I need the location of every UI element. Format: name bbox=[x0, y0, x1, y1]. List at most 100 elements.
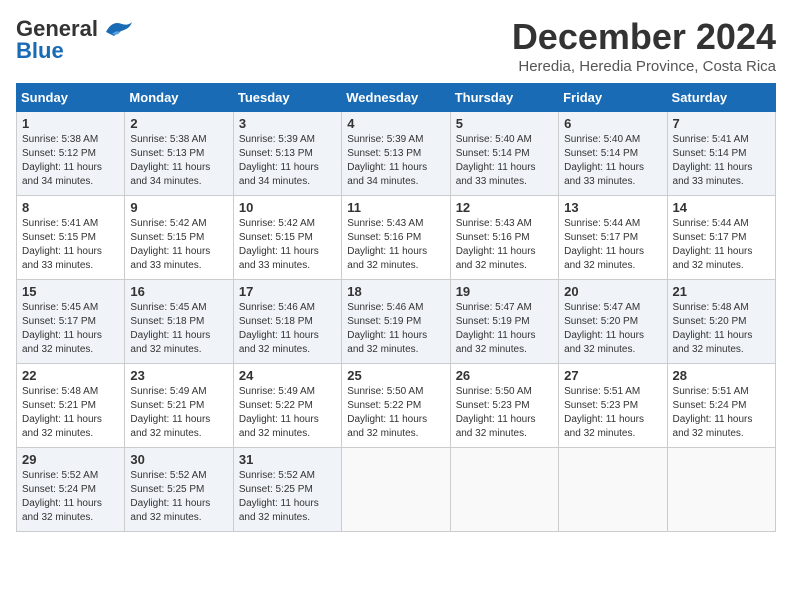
day-number: 4 bbox=[347, 116, 444, 131]
logo: General Blue bbox=[16, 16, 134, 64]
calendar-cell: 26 Sunrise: 5:50 AMSunset: 5:23 PMDaylig… bbox=[450, 364, 558, 448]
logo-bird-icon bbox=[102, 18, 134, 40]
day-header-tuesday: Tuesday bbox=[233, 84, 341, 112]
day-info: Sunrise: 5:41 AMSunset: 5:15 PMDaylight:… bbox=[22, 218, 102, 271]
calendar-week-row: 8 Sunrise: 5:41 AMSunset: 5:15 PMDayligh… bbox=[17, 196, 776, 280]
day-header-monday: Monday bbox=[125, 84, 233, 112]
day-number: 23 bbox=[130, 368, 227, 383]
day-info: Sunrise: 5:49 AMSunset: 5:21 PMDaylight:… bbox=[130, 386, 210, 439]
day-info: Sunrise: 5:45 AMSunset: 5:18 PMDaylight:… bbox=[130, 302, 210, 355]
calendar-cell: 3 Sunrise: 5:39 AMSunset: 5:13 PMDayligh… bbox=[233, 112, 341, 196]
day-number: 14 bbox=[673, 200, 770, 215]
calendar-header-row: SundayMondayTuesdayWednesdayThursdayFrid… bbox=[17, 84, 776, 112]
calendar-cell bbox=[342, 448, 450, 532]
day-info: Sunrise: 5:41 AMSunset: 5:14 PMDaylight:… bbox=[673, 134, 753, 187]
day-header-thursday: Thursday bbox=[450, 84, 558, 112]
day-info: Sunrise: 5:51 AMSunset: 5:23 PMDaylight:… bbox=[564, 386, 644, 439]
calendar-cell: 11 Sunrise: 5:43 AMSunset: 5:16 PMDaylig… bbox=[342, 196, 450, 280]
day-info: Sunrise: 5:46 AMSunset: 5:19 PMDaylight:… bbox=[347, 302, 427, 355]
day-info: Sunrise: 5:45 AMSunset: 5:17 PMDaylight:… bbox=[22, 302, 102, 355]
day-number: 31 bbox=[239, 452, 336, 467]
calendar-cell: 27 Sunrise: 5:51 AMSunset: 5:23 PMDaylig… bbox=[559, 364, 667, 448]
day-number: 6 bbox=[564, 116, 661, 131]
day-number: 19 bbox=[456, 284, 553, 299]
day-number: 18 bbox=[347, 284, 444, 299]
title-block: December 2024 Heredia, Heredia Province,… bbox=[512, 16, 776, 75]
calendar-cell: 7 Sunrise: 5:41 AMSunset: 5:14 PMDayligh… bbox=[667, 112, 775, 196]
day-number: 5 bbox=[456, 116, 553, 131]
day-info: Sunrise: 5:47 AMSunset: 5:19 PMDaylight:… bbox=[456, 302, 536, 355]
day-number: 26 bbox=[456, 368, 553, 383]
calendar-cell: 30 Sunrise: 5:52 AMSunset: 5:25 PMDaylig… bbox=[125, 448, 233, 532]
day-info: Sunrise: 5:38 AMSunset: 5:13 PMDaylight:… bbox=[130, 134, 210, 187]
calendar-cell: 10 Sunrise: 5:42 AMSunset: 5:15 PMDaylig… bbox=[233, 196, 341, 280]
calendar-cell: 15 Sunrise: 5:45 AMSunset: 5:17 PMDaylig… bbox=[17, 280, 125, 364]
calendar-cell: 4 Sunrise: 5:39 AMSunset: 5:13 PMDayligh… bbox=[342, 112, 450, 196]
day-info: Sunrise: 5:50 AMSunset: 5:23 PMDaylight:… bbox=[456, 386, 536, 439]
day-info: Sunrise: 5:42 AMSunset: 5:15 PMDaylight:… bbox=[239, 218, 319, 271]
calendar-cell: 13 Sunrise: 5:44 AMSunset: 5:17 PMDaylig… bbox=[559, 196, 667, 280]
calendar-cell: 29 Sunrise: 5:52 AMSunset: 5:24 PMDaylig… bbox=[17, 448, 125, 532]
day-info: Sunrise: 5:43 AMSunset: 5:16 PMDaylight:… bbox=[456, 218, 536, 271]
day-header-friday: Friday bbox=[559, 84, 667, 112]
calendar-cell: 22 Sunrise: 5:48 AMSunset: 5:21 PMDaylig… bbox=[17, 364, 125, 448]
day-number: 8 bbox=[22, 200, 119, 215]
calendar-cell: 19 Sunrise: 5:47 AMSunset: 5:19 PMDaylig… bbox=[450, 280, 558, 364]
day-info: Sunrise: 5:49 AMSunset: 5:22 PMDaylight:… bbox=[239, 386, 319, 439]
calendar-cell: 16 Sunrise: 5:45 AMSunset: 5:18 PMDaylig… bbox=[125, 280, 233, 364]
day-info: Sunrise: 5:48 AMSunset: 5:20 PMDaylight:… bbox=[673, 302, 753, 355]
calendar-cell: 1 Sunrise: 5:38 AMSunset: 5:12 PMDayligh… bbox=[17, 112, 125, 196]
day-number: 24 bbox=[239, 368, 336, 383]
day-number: 25 bbox=[347, 368, 444, 383]
day-number: 11 bbox=[347, 200, 444, 215]
day-info: Sunrise: 5:52 AMSunset: 5:25 PMDaylight:… bbox=[130, 470, 210, 523]
day-info: Sunrise: 5:43 AMSunset: 5:16 PMDaylight:… bbox=[347, 218, 427, 271]
day-info: Sunrise: 5:44 AMSunset: 5:17 PMDaylight:… bbox=[673, 218, 753, 271]
day-info: Sunrise: 5:42 AMSunset: 5:15 PMDaylight:… bbox=[130, 218, 210, 271]
page-header: General Blue December 2024 Heredia, Here… bbox=[16, 16, 776, 75]
day-header-sunday: Sunday bbox=[17, 84, 125, 112]
calendar-cell: 2 Sunrise: 5:38 AMSunset: 5:13 PMDayligh… bbox=[125, 112, 233, 196]
day-info: Sunrise: 5:52 AMSunset: 5:24 PMDaylight:… bbox=[22, 470, 102, 523]
day-info: Sunrise: 5:44 AMSunset: 5:17 PMDaylight:… bbox=[564, 218, 644, 271]
calendar-cell: 14 Sunrise: 5:44 AMSunset: 5:17 PMDaylig… bbox=[667, 196, 775, 280]
calendar-cell: 28 Sunrise: 5:51 AMSunset: 5:24 PMDaylig… bbox=[667, 364, 775, 448]
day-info: Sunrise: 5:39 AMSunset: 5:13 PMDaylight:… bbox=[347, 134, 427, 187]
day-info: Sunrise: 5:40 AMSunset: 5:14 PMDaylight:… bbox=[456, 134, 536, 187]
day-number: 20 bbox=[564, 284, 661, 299]
day-number: 30 bbox=[130, 452, 227, 467]
calendar-cell: 25 Sunrise: 5:50 AMSunset: 5:22 PMDaylig… bbox=[342, 364, 450, 448]
calendar-cell: 23 Sunrise: 5:49 AMSunset: 5:21 PMDaylig… bbox=[125, 364, 233, 448]
day-info: Sunrise: 5:39 AMSunset: 5:13 PMDaylight:… bbox=[239, 134, 319, 187]
day-number: 28 bbox=[673, 368, 770, 383]
day-number: 13 bbox=[564, 200, 661, 215]
day-number: 3 bbox=[239, 116, 336, 131]
day-number: 17 bbox=[239, 284, 336, 299]
location: Heredia, Heredia Province, Costa Rica bbox=[512, 58, 776, 75]
day-number: 22 bbox=[22, 368, 119, 383]
calendar-cell: 6 Sunrise: 5:40 AMSunset: 5:14 PMDayligh… bbox=[559, 112, 667, 196]
day-info: Sunrise: 5:40 AMSunset: 5:14 PMDaylight:… bbox=[564, 134, 644, 187]
calendar-week-row: 15 Sunrise: 5:45 AMSunset: 5:17 PMDaylig… bbox=[17, 280, 776, 364]
day-number: 21 bbox=[673, 284, 770, 299]
calendar-cell: 31 Sunrise: 5:52 AMSunset: 5:25 PMDaylig… bbox=[233, 448, 341, 532]
day-number: 2 bbox=[130, 116, 227, 131]
day-number: 15 bbox=[22, 284, 119, 299]
calendar-cell bbox=[559, 448, 667, 532]
logo-text-blue: Blue bbox=[16, 38, 64, 64]
day-number: 9 bbox=[130, 200, 227, 215]
calendar-cell bbox=[450, 448, 558, 532]
day-info: Sunrise: 5:52 AMSunset: 5:25 PMDaylight:… bbox=[239, 470, 319, 523]
day-info: Sunrise: 5:46 AMSunset: 5:18 PMDaylight:… bbox=[239, 302, 319, 355]
day-number: 27 bbox=[564, 368, 661, 383]
calendar-cell: 21 Sunrise: 5:48 AMSunset: 5:20 PMDaylig… bbox=[667, 280, 775, 364]
day-header-wednesday: Wednesday bbox=[342, 84, 450, 112]
day-info: Sunrise: 5:48 AMSunset: 5:21 PMDaylight:… bbox=[22, 386, 102, 439]
day-info: Sunrise: 5:50 AMSunset: 5:22 PMDaylight:… bbox=[347, 386, 427, 439]
day-info: Sunrise: 5:51 AMSunset: 5:24 PMDaylight:… bbox=[673, 386, 753, 439]
calendar-cell: 24 Sunrise: 5:49 AMSunset: 5:22 PMDaylig… bbox=[233, 364, 341, 448]
day-number: 29 bbox=[22, 452, 119, 467]
calendar-cell: 9 Sunrise: 5:42 AMSunset: 5:15 PMDayligh… bbox=[125, 196, 233, 280]
day-number: 12 bbox=[456, 200, 553, 215]
calendar-cell: 17 Sunrise: 5:46 AMSunset: 5:18 PMDaylig… bbox=[233, 280, 341, 364]
